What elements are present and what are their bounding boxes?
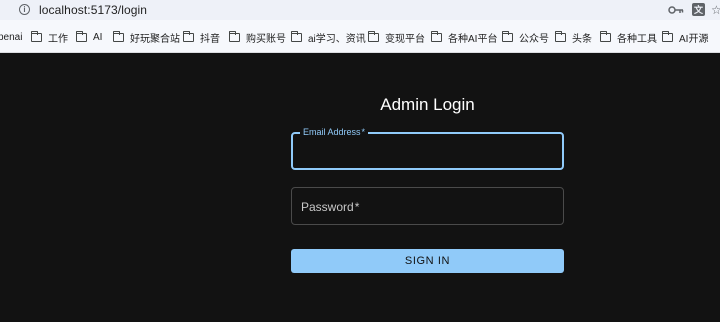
login-page: Admin Login Email Address* Password* SIG… bbox=[0, 54, 720, 322]
password-label-text: Password bbox=[301, 200, 354, 214]
bookmark-folder[interactable]: ai学习、资讯 bbox=[290, 30, 366, 45]
bookmark-folder[interactable]: 好玩聚合站 bbox=[112, 30, 180, 45]
url-text[interactable]: localhost:5173/login bbox=[39, 3, 147, 17]
bookmark-label: 抖音 bbox=[200, 33, 220, 45]
bookmark-label: 头条 bbox=[572, 33, 592, 45]
password-label: Password* bbox=[301, 200, 359, 214]
folder-icon bbox=[228, 30, 240, 42]
required-marker: * bbox=[354, 200, 360, 214]
folder-icon bbox=[501, 30, 513, 42]
bookmark-label: penai bbox=[0, 31, 23, 43]
sign-in-button[interactable]: SIGN IN bbox=[291, 249, 564, 273]
bookmark-folder[interactable]: 各种工具 bbox=[599, 30, 657, 45]
email-field[interactable]: Email Address* bbox=[291, 127, 564, 170]
email-label: Email Address* bbox=[300, 127, 369, 137]
bookmark-folder[interactable]: 抖音 bbox=[182, 30, 220, 45]
bookmark-label: 公众号 bbox=[519, 33, 549, 45]
bookmark-label: 工作 bbox=[48, 33, 68, 45]
required-marker: * bbox=[361, 127, 366, 137]
folder-icon bbox=[75, 30, 87, 42]
bookmark-folder[interactable]: 变现平台 bbox=[367, 30, 425, 45]
page-title: Admin Login bbox=[380, 95, 475, 114]
password-key-icon[interactable] bbox=[668, 4, 684, 16]
folder-icon bbox=[367, 30, 379, 42]
bookmarks-bar: penai 工作 AI 好玩聚合站 抖音 购买账号 ai学习、资讯 变现平台 各… bbox=[0, 20, 720, 53]
bookmark-folder[interactable]: AI开源 bbox=[661, 30, 709, 45]
bookmark-folder[interactable]: 工作 bbox=[30, 30, 68, 45]
bookmark-folder[interactable]: 公众号 bbox=[501, 30, 549, 45]
address-bar[interactable]: i localhost:5173/login 文 ☆ bbox=[0, 0, 720, 20]
folder-icon bbox=[661, 30, 673, 42]
bookmark-label: 变现平台 bbox=[385, 33, 425, 45]
bookmark-star-icon[interactable]: ☆ bbox=[711, 3, 720, 17]
bookmark-folder[interactable]: AI bbox=[75, 30, 103, 44]
folder-icon bbox=[430, 30, 442, 42]
bookmark-item[interactable]: penai bbox=[0, 30, 22, 44]
folder-icon bbox=[554, 30, 566, 42]
bookmark-label: 好玩聚合站 bbox=[130, 33, 180, 45]
folder-icon bbox=[182, 30, 194, 42]
bookmark-label: AI bbox=[93, 31, 103, 43]
bookmark-label: ai学习、资讯 bbox=[308, 33, 366, 45]
bookmark-folder[interactable]: 各种AI平台 bbox=[430, 30, 498, 45]
bookmark-folder[interactable]: 购买账号 bbox=[228, 30, 286, 45]
bookmark-label: 购买账号 bbox=[246, 33, 286, 45]
bookmark-label: AI开源 bbox=[679, 33, 709, 45]
bookmark-label: 各种AI平台 bbox=[448, 33, 498, 45]
folder-icon bbox=[112, 30, 124, 42]
folder-icon bbox=[290, 30, 302, 42]
site-info-icon[interactable]: i bbox=[19, 4, 30, 15]
bookmark-label: 各种工具 bbox=[617, 33, 657, 45]
translate-icon[interactable]: 文 bbox=[692, 3, 705, 16]
folder-icon bbox=[599, 30, 611, 42]
folder-icon bbox=[30, 30, 42, 42]
password-field[interactable]: Password* bbox=[291, 187, 564, 225]
bookmark-folder[interactable]: 头条 bbox=[554, 30, 592, 45]
email-label-text: Email Address bbox=[303, 127, 361, 137]
